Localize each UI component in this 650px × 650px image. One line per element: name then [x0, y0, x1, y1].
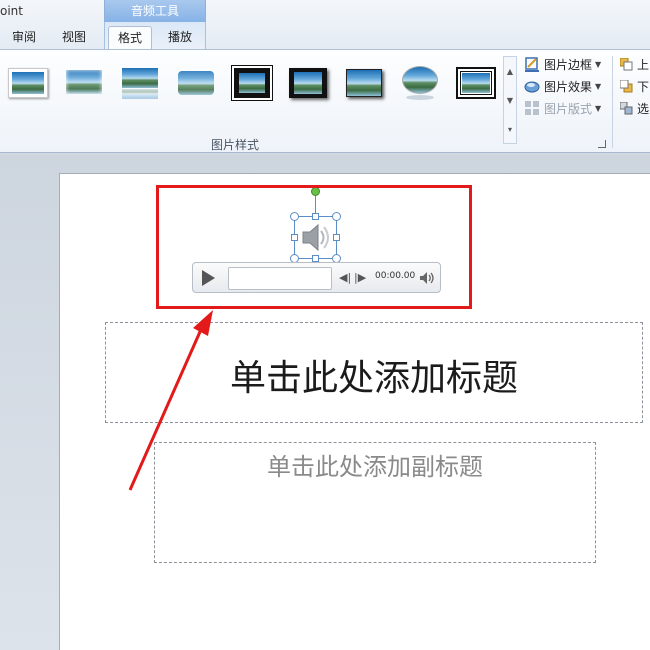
ribbon: ▲ ▼ ▾ 图片边框 ▼ 图片效果 ▼ 图片版式 ▼ 上 下 选 图片样式: [0, 49, 650, 153]
send-backward-button[interactable]: 下: [619, 76, 650, 96]
context-tab-header: 音频工具: [104, 0, 206, 22]
border-icon: [524, 56, 540, 72]
style-drop-shadow[interactable]: [344, 66, 384, 100]
subtitle-placeholder[interactable]: 单击此处添加副标题: [154, 442, 596, 563]
bring-forward-label: 上: [637, 57, 650, 72]
gallery-scroll: ▲ ▼ ▾: [503, 56, 517, 144]
app-title: oint: [0, 4, 23, 18]
picture-effects-button[interactable]: 图片效果 ▼: [524, 76, 601, 96]
style-reflected[interactable]: [120, 66, 160, 100]
picture-styles-group-label: 图片样式: [210, 138, 259, 152]
chevron-down-icon: ▼: [595, 81, 602, 91]
effects-icon: [524, 78, 540, 94]
style-thick-black-frame[interactable]: [231, 65, 273, 101]
tab-review[interactable]: 审阅: [6, 26, 42, 50]
picture-border-label: 图片边框: [544, 57, 593, 72]
picture-effects-label: 图片效果: [544, 79, 593, 94]
selection-pane-icon: [619, 101, 633, 115]
chevron-down-icon: ▼: [595, 103, 602, 113]
title-placeholder[interactable]: 单击此处添加标题: [105, 322, 643, 423]
style-black-shadow-frame[interactable]: [288, 66, 328, 100]
send-backward-label: 下: [637, 79, 650, 94]
highlight-frame: [156, 185, 472, 309]
ribbon-tab-strip: oint 音频工具 审阅 视图 格式 播放: [0, 0, 650, 51]
title-placeholder-text: 单击此处添加标题: [229, 358, 518, 399]
selection-pane-label: 选: [637, 101, 650, 116]
tab-format[interactable]: 格式: [108, 26, 152, 51]
picture-layout-button[interactable]: 图片版式 ▼: [524, 98, 601, 118]
gallery-up-icon[interactable]: ▲: [504, 57, 516, 86]
subtitle-placeholder-text: 单击此处添加副标题: [267, 453, 483, 481]
send-backward-icon: [619, 79, 633, 93]
picture-layout-label: 图片版式: [544, 101, 593, 116]
layout-icon: [524, 100, 540, 116]
dialog-launcher-icon[interactable]: [598, 140, 606, 148]
tab-view[interactable]: 视图: [56, 26, 92, 50]
style-soft-edge[interactable]: [64, 66, 104, 100]
gallery-down-icon[interactable]: ▼: [504, 86, 516, 115]
selection-pane-button[interactable]: 选: [619, 98, 650, 118]
group-separator: [612, 56, 613, 148]
chevron-down-icon: ▼: [595, 59, 602, 69]
tab-playback[interactable]: 播放: [160, 26, 200, 50]
style-soft-edge-rect[interactable]: [176, 66, 216, 100]
gallery-more-icon[interactable]: ▾: [504, 115, 516, 144]
style-double-frame-black[interactable]: [456, 66, 496, 100]
bring-forward-icon: [619, 57, 633, 71]
style-oval-reflection[interactable]: [400, 66, 440, 100]
picture-border-button[interactable]: 图片边框 ▼: [524, 54, 601, 74]
style-simple-frame-white[interactable]: [8, 66, 48, 100]
bring-forward-button[interactable]: 上: [619, 54, 650, 74]
